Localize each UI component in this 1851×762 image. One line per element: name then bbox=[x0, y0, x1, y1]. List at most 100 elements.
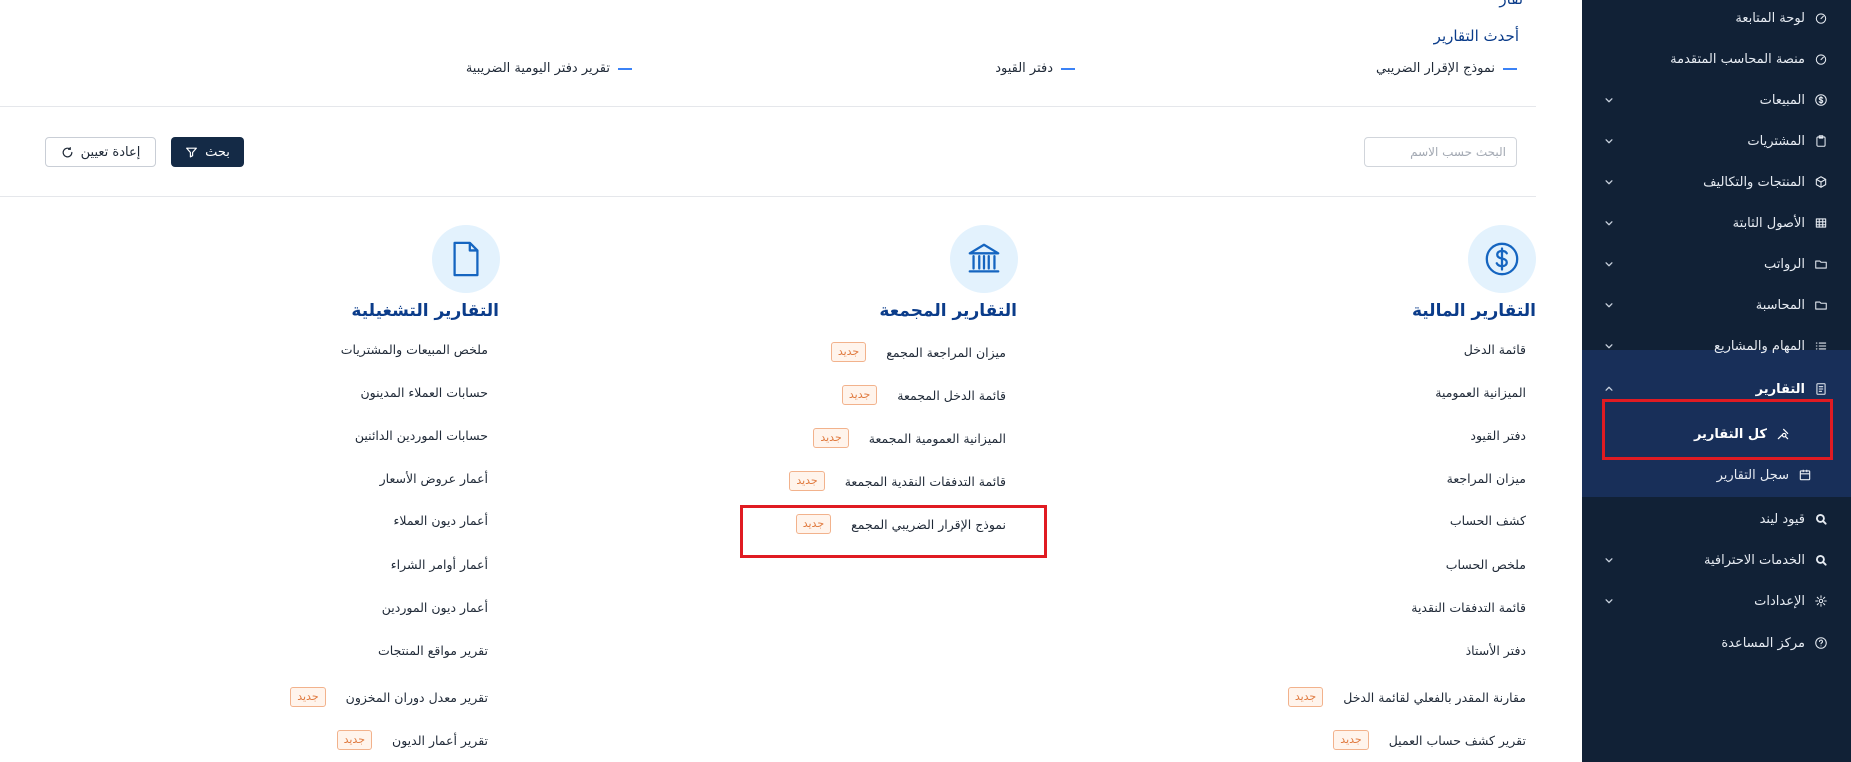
report-link[interactable]: دفتر الأستاذ bbox=[1466, 643, 1526, 658]
report-link[interactable]: ملخص المبيعات والمشتريات bbox=[341, 342, 488, 357]
category-title: التقارير المجمعة bbox=[879, 301, 1017, 321]
report-link[interactable]: تقرير أعمار الديون جديد bbox=[336, 730, 488, 750]
sidebar-item[interactable]: المنتجات والتكاليف bbox=[1582, 165, 1851, 199]
report-label: حسابات الموردين الدائنين bbox=[354, 428, 488, 443]
chevron-down-icon[interactable] bbox=[1602, 134, 1616, 148]
bank-icon bbox=[950, 225, 1018, 293]
grid-icon bbox=[1813, 215, 1829, 231]
report-label: تقرير معدل دوران المخزون bbox=[345, 689, 488, 705]
sidebar-item[interactable]: قيود ليند bbox=[1582, 502, 1851, 536]
chevron-down-icon[interactable] bbox=[1602, 339, 1616, 353]
latest-report-link[interactable]: دفتر القيود bbox=[995, 61, 1075, 76]
chevron-down-icon[interactable] bbox=[1602, 553, 1616, 567]
report-label: ملخص الحساب bbox=[1445, 557, 1526, 572]
report-label: أعمار ديون الموردين bbox=[381, 600, 488, 615]
divider bbox=[0, 106, 1536, 107]
page-title-partial: تقار bbox=[1499, 0, 1523, 8]
report-link[interactable]: تقرير كشف حساب العميل جديد bbox=[1333, 730, 1526, 750]
sidebar-item-label: الخدمات الاحترافية bbox=[1704, 552, 1805, 568]
sidebar: لوحة المتابعة منصة المحاسب المتقدمة المبيع… bbox=[1582, 0, 1851, 762]
chevron-down-icon[interactable] bbox=[1602, 257, 1616, 271]
sidebar-item-label: مركز المساعدة bbox=[1721, 635, 1805, 651]
report-link[interactable]: أعمار ديون العملاء bbox=[393, 513, 488, 528]
sidebar-subitem-reports-log[interactable]: سجل التقارير bbox=[1582, 458, 1851, 492]
sidebar-item[interactable]: الأصول الثابتة bbox=[1582, 206, 1851, 240]
report-link[interactable]: الميزانية العمومية bbox=[1435, 385, 1526, 400]
latest-report-label: دفتر القيود bbox=[995, 61, 1053, 76]
report-label: دفتر الأستاذ bbox=[1465, 643, 1526, 658]
report-label: قائمة الدخل bbox=[1463, 342, 1526, 357]
report-label: قائمة الدخل المجمعة bbox=[897, 387, 1006, 403]
report-label: تقرير مواقع المنتجات bbox=[378, 643, 488, 658]
report-link[interactable]: الميزانية العمومية المجمعة جديد bbox=[813, 428, 1006, 448]
dash-icon bbox=[1061, 67, 1075, 70]
sidebar-item-label: المبيعات bbox=[1759, 92, 1805, 108]
sidebar-item[interactable]: منصة المحاسب المتقدمة bbox=[1582, 42, 1851, 76]
chevron-down-icon[interactable] bbox=[1602, 298, 1616, 312]
clipboard-icon bbox=[1813, 133, 1829, 149]
report-link[interactable]: تقرير مواقع المنتجات bbox=[378, 643, 488, 658]
sidebar-item-label: الإعدادات bbox=[1754, 593, 1805, 609]
report-link[interactable]: قائمة الدخل bbox=[1464, 342, 1526, 357]
chevron-up-icon[interactable] bbox=[1602, 382, 1616, 396]
sidebar-item[interactable]: المشتريات bbox=[1582, 124, 1851, 158]
report-link[interactable]: قائمة التدفقات النقدية bbox=[1411, 600, 1526, 615]
sidebar-item-label: منصة المحاسب المتقدمة bbox=[1670, 51, 1805, 67]
gauge-icon bbox=[1813, 51, 1829, 67]
chevron-down-icon[interactable] bbox=[1602, 216, 1616, 230]
report-label: مقارنة المقدر بالفعلي لقائمة الدخل bbox=[1343, 689, 1526, 705]
report-link[interactable]: أعمار عروض الأسعار bbox=[380, 471, 488, 486]
sidebar-item-label: التقارير bbox=[1755, 381, 1805, 397]
latest-report-link[interactable]: نموذج الإقرار الضريبي bbox=[1376, 61, 1517, 76]
chevron-down-icon[interactable] bbox=[1602, 175, 1616, 189]
chevron-down-icon[interactable] bbox=[1602, 93, 1616, 107]
search-button[interactable]: بحث bbox=[171, 137, 244, 167]
new-badge: جديد bbox=[813, 428, 849, 448]
refresh-icon bbox=[61, 146, 74, 159]
report-link[interactable]: مقارنة المقدر بالفعلي لقائمة الدخل جديد bbox=[1287, 687, 1526, 707]
report-label: الميزانية العمومية المجمعة bbox=[868, 430, 1006, 446]
sidebar-item[interactable]: المبيعات bbox=[1582, 83, 1851, 117]
dash-icon bbox=[1503, 67, 1517, 70]
sidebar-item[interactable]: لوحة المتابعة bbox=[1582, 1, 1851, 35]
report-link[interactable]: كشف الحساب bbox=[1450, 513, 1526, 528]
report-link[interactable]: ملخص الحساب bbox=[1446, 557, 1526, 572]
report-link[interactable]: حسابات العملاء المدينون bbox=[360, 385, 488, 400]
sidebar-item[interactable]: المهام والمشاريع bbox=[1582, 329, 1851, 363]
document-icon bbox=[432, 225, 500, 293]
sidebar-item[interactable]: الإعدادات bbox=[1582, 584, 1851, 618]
report-label: كشف الحساب bbox=[1449, 513, 1526, 528]
report-link[interactable]: ميزان المراجعة bbox=[1447, 471, 1526, 486]
new-badge: جديد bbox=[830, 342, 867, 362]
report-link[interactable]: تقرير معدل دوران المخزون جديد bbox=[290, 687, 488, 707]
report-link[interactable]: أعمار أوامر الشراء bbox=[391, 557, 488, 572]
category-title: التقارير التشغيلية bbox=[351, 301, 499, 321]
search-input[interactable] bbox=[1364, 137, 1517, 167]
new-badge: جديد bbox=[789, 471, 825, 491]
reset-button[interactable]: إعادة تعيين bbox=[45, 137, 156, 167]
sidebar-item[interactable]: المحاسبة bbox=[1582, 288, 1851, 322]
report-label: ملخص المبيعات والمشتريات bbox=[340, 342, 488, 357]
report-link[interactable]: قائمة الدخل المجمعة جديد bbox=[841, 385, 1006, 405]
report-link[interactable]: حسابات الموردين الدائنين bbox=[355, 428, 488, 443]
sidebar-item-label: الرواتب bbox=[1763, 256, 1805, 272]
new-badge: جديد bbox=[336, 730, 373, 750]
sidebar-item[interactable]: الرواتب bbox=[1582, 247, 1851, 281]
category-title: التقارير المالية bbox=[1411, 301, 1536, 321]
report-link[interactable]: دفتر القيود bbox=[1470, 428, 1526, 443]
report-link[interactable]: أعمار ديون الموردين bbox=[382, 600, 488, 615]
report-link[interactable]: قائمة التدفقات النقدية المجمعة جديد bbox=[789, 471, 1006, 491]
sidebar-item[interactable]: الخدمات الاحترافية bbox=[1582, 543, 1851, 577]
sidebar-item[interactable]: مركز المساعدة bbox=[1582, 626, 1851, 660]
report-link[interactable]: ميزان المراجعة المجمع جديد bbox=[830, 342, 1006, 362]
filter-icon bbox=[185, 146, 198, 159]
latest-report-link[interactable]: تقرير دفتر اليومية الضريبية bbox=[466, 61, 632, 76]
report-label: ميزان المراجعة المجمع bbox=[886, 344, 1006, 360]
sidebar-item-label: الأصول الثابتة bbox=[1732, 215, 1805, 231]
dash-icon bbox=[618, 67, 632, 70]
chevron-down-icon[interactable] bbox=[1602, 594, 1616, 608]
report-label: حسابات العملاء المدينون bbox=[360, 385, 488, 400]
sidebar-item-label: المنتجات والتكاليف bbox=[1703, 174, 1805, 190]
report-label: تقرير أعمار الديون bbox=[392, 732, 488, 748]
report-label: دفتر القيود bbox=[1470, 428, 1526, 443]
